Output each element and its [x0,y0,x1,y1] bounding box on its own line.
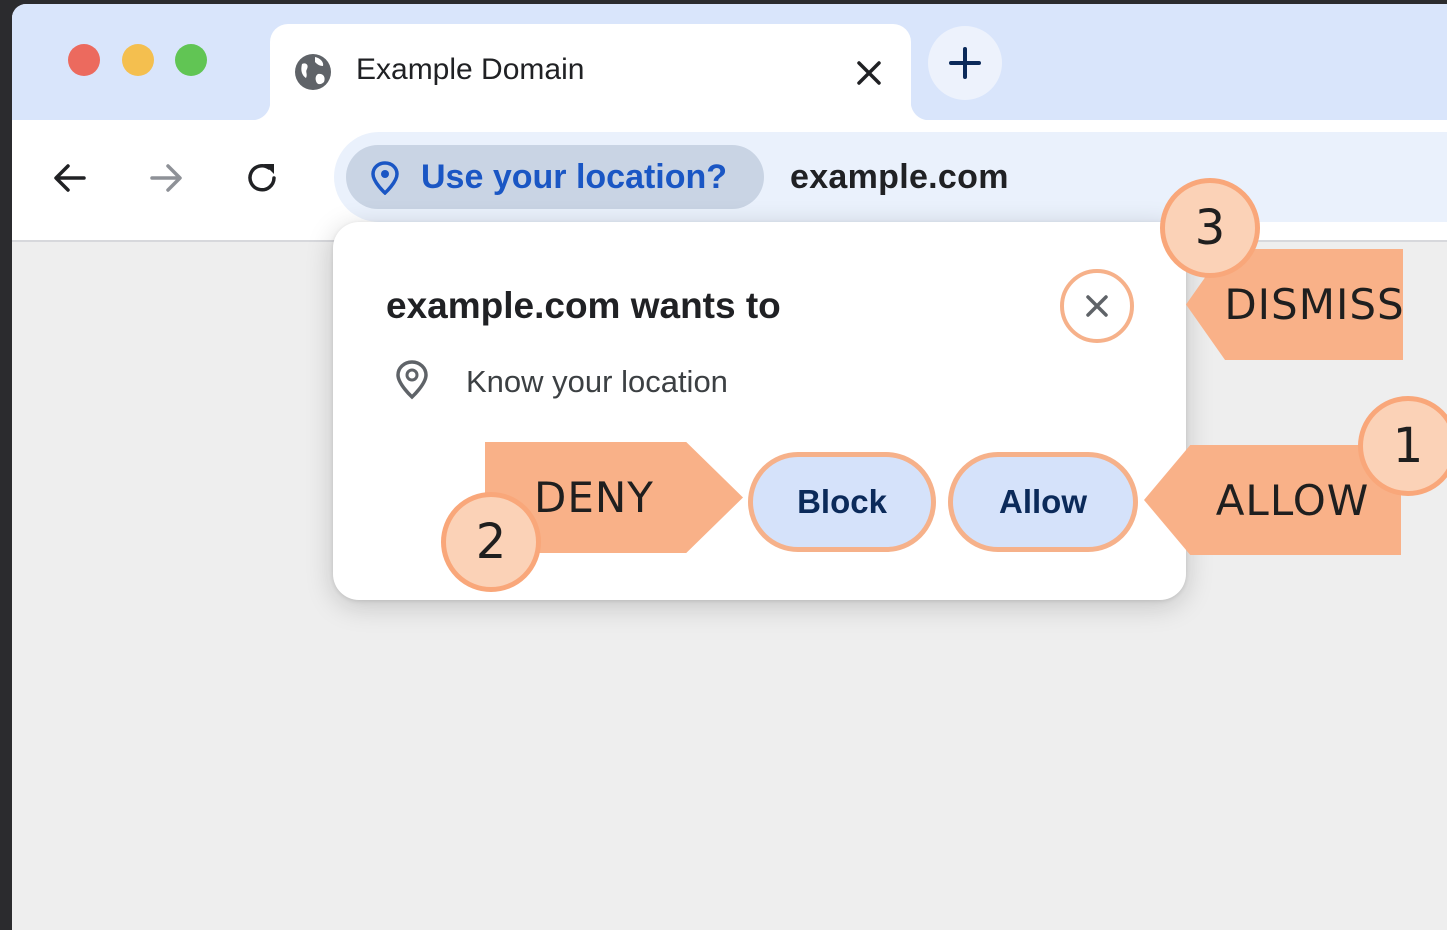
tab-strip: Example Domain [12,4,1447,120]
address-bar[interactable]: Use your location? example.com [334,132,1447,222]
close-window-button[interactable] [68,44,100,76]
dismiss-step-badge: 3 [1160,178,1260,278]
reload-icon[interactable] [242,158,282,198]
arrow-left-icon[interactable] [50,158,90,198]
tab-title: Example Domain [356,53,585,86]
location-pin-icon [371,161,399,195]
plus-icon [949,47,981,79]
deny-step-badge: 2 [441,492,541,592]
globe-icon [295,54,331,90]
new-tab-button[interactable] [928,26,1002,100]
allow-button[interactable]: Allow [948,452,1138,552]
block-button[interactable]: Block [748,452,936,552]
location-chip-label: Use your location? [421,158,728,196]
location-pin-icon [396,360,428,400]
url-text[interactable]: example.com [790,155,1009,199]
tab-example-domain[interactable]: Example Domain [252,24,929,120]
dismiss-button[interactable] [1060,269,1134,343]
close-icon [1086,295,1108,317]
allow-step-badge: 1 [1358,396,1447,496]
permission-text: Know your location [466,364,728,399]
popup-title: example.com wants to [386,285,781,326]
location-permission-chip[interactable]: Use your location? [346,145,764,209]
close-icon[interactable] [856,60,882,86]
maximize-window-button[interactable] [175,44,207,76]
minimize-window-button[interactable] [122,44,154,76]
arrow-right-icon[interactable] [146,158,186,198]
